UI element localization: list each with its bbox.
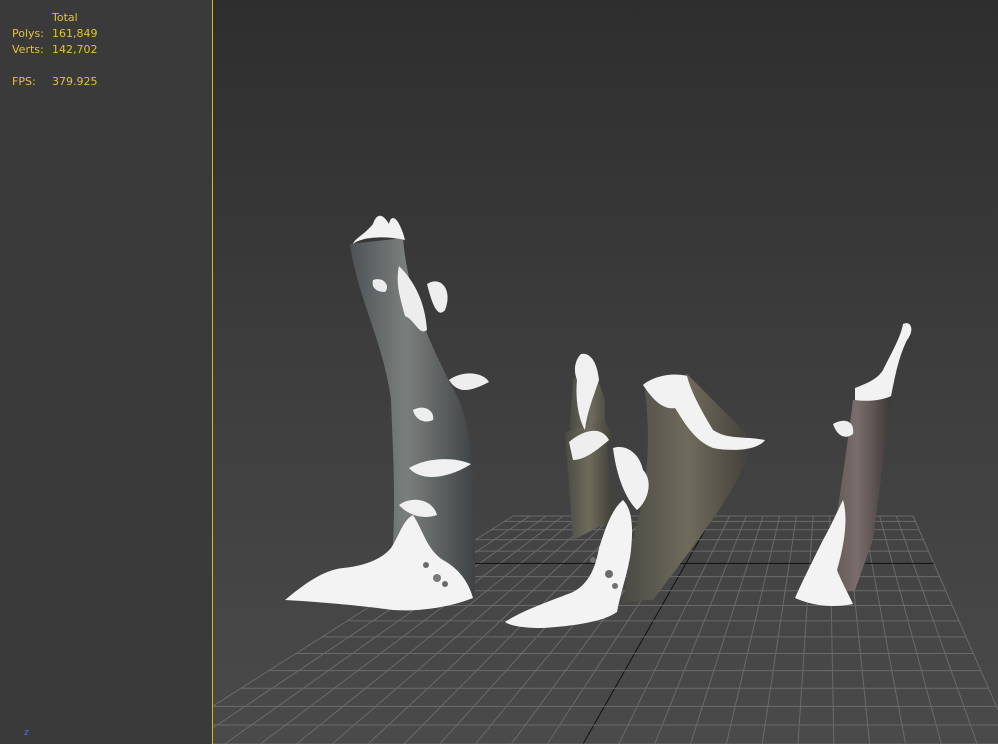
polys-row: Polys: 161,849 [12, 26, 98, 42]
viewport-statistics: Total Polys: 161,849 Verts: 142,702 FPS: 37… [12, 10, 98, 90]
verts-value: 142,702 [52, 43, 98, 56]
fps-value: 379.925 [52, 75, 98, 88]
axis-gizmo-icon: z [20, 728, 34, 744]
stats-header-row: Total [12, 10, 98, 26]
grid-line [797, 515, 814, 744]
fps-row: FPS: 379.925 [12, 74, 98, 90]
snowy-stump-left[interactable] [285, 215, 489, 611]
grid-line [912, 515, 998, 712]
grid-line [895, 515, 978, 744]
stats-viewport[interactable]: Total Polys: 161,849 Verts: 142,702 FPS: 37… [0, 0, 212, 744]
grid-line [879, 515, 942, 744]
grid-line [690, 515, 764, 744]
snowy-stump-center[interactable] [505, 353, 765, 628]
grid-line [725, 515, 781, 744]
verts-row: Verts: 142,702 [12, 42, 98, 58]
grid-line [761, 515, 797, 744]
grid-line [224, 515, 547, 744]
axis-z-label: z [24, 728, 29, 738]
polys-label: Polys: [12, 27, 44, 40]
perspective-viewport[interactable] [213, 0, 998, 744]
polys-value: 161,849 [52, 27, 98, 40]
grid-line [862, 515, 906, 744]
verts-label: Verts: [12, 43, 44, 56]
fps-label: FPS: [12, 75, 36, 88]
viewport-scene [213, 215, 998, 744]
stats-header: Total [52, 11, 78, 24]
